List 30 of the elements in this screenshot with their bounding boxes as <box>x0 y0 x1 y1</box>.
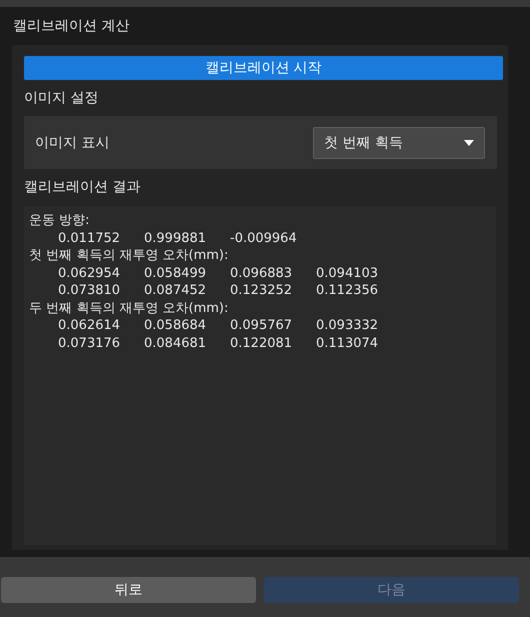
result-value: 0.093332 <box>316 317 380 334</box>
result-value: 0.094103 <box>316 264 380 282</box>
result-value: 0.058684 <box>144 317 208 334</box>
result-value: 0.095767 <box>230 317 294 334</box>
back-button[interactable]: 뒤로 <box>1 577 256 603</box>
result-value: 0.999881 <box>144 230 208 247</box>
result-value: -0.009964 <box>230 230 298 247</box>
result-value: 0.122081 <box>230 334 294 352</box>
result-value: 0.058499 <box>144 264 208 282</box>
result-heading: 두 번째 획득의 재투영 오차(mm): <box>29 300 228 317</box>
result-heading: 첫 번째 획득의 재투영 오차(mm): <box>29 247 228 264</box>
result-value: 0.087452 <box>144 282 208 300</box>
field-label: 이미지 표시 <box>35 134 110 152</box>
caret-icon <box>464 140 474 146</box>
result-value: 0.112356 <box>316 282 380 300</box>
result-value: 0.123252 <box>230 282 294 300</box>
result-heading: 운동 방향: <box>29 212 90 230</box>
start-calibration-button[interactable]: 캘리브레이션 시작 <box>24 56 503 80</box>
result-value: 0.011752 <box>58 230 122 247</box>
result-value: 0.073176 <box>58 334 122 352</box>
result-value: 0.084681 <box>144 334 208 352</box>
image-display-dropdown[interactable]: 첫 번째 획득 <box>313 126 485 158</box>
result-value: 0.062614 <box>58 317 122 334</box>
result-value: 0.073810 <box>58 282 122 300</box>
section-heading: 캘리브레이션 결과 <box>24 178 140 197</box>
dialog-title: 캘리브레이션 계산 <box>12 17 130 36</box>
section-heading: 이미지 설정 <box>24 89 98 108</box>
result-value: 0.096883 <box>230 264 294 282</box>
result-value: 0.062954 <box>58 264 122 282</box>
result-value: 0.113074 <box>316 334 380 352</box>
